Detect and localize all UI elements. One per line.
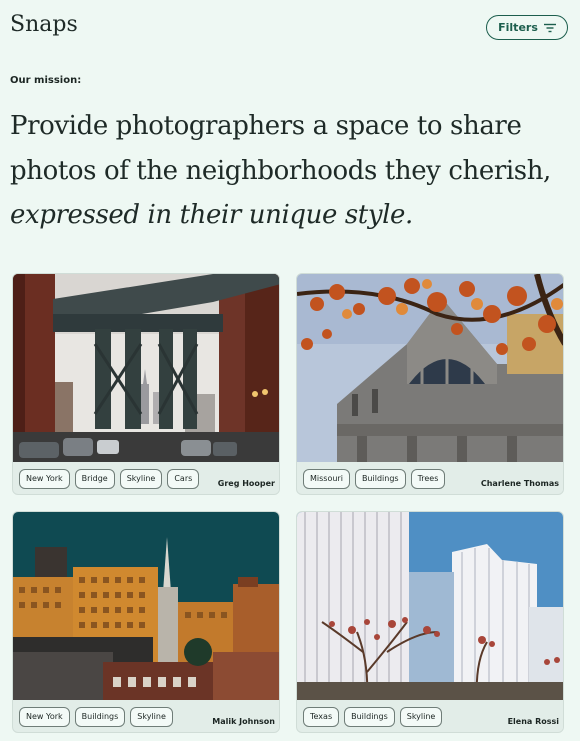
tag-list: New York Buildings Skyline bbox=[19, 707, 173, 727]
photo-card[interactable]: Charlene Thomas Missouri Buildings Trees bbox=[296, 273, 564, 495]
photographer-credit: Malik Johnson bbox=[206, 712, 279, 732]
tag-list: New York Bridge Skyline Cars bbox=[19, 469, 200, 489]
tag-chip[interactable]: Skyline bbox=[119, 469, 163, 489]
tag-list: Texas Buildings Skyline bbox=[303, 707, 443, 727]
tag-chip[interactable]: Missouri bbox=[303, 469, 350, 489]
brand-title: Snaps bbox=[10, 12, 78, 37]
tag-chip[interactable]: Buildings bbox=[344, 707, 395, 727]
mission-line-1: Provide photographers a space to share bbox=[10, 111, 522, 141]
photo-card[interactable]: Greg Hooper New York Bridge Skyline Cars bbox=[12, 273, 280, 495]
tag-chip[interactable]: Cars bbox=[167, 469, 200, 489]
mission-label: Our mission: bbox=[10, 75, 82, 86]
filters-label: Filters bbox=[498, 21, 538, 34]
photographer-credit: Charlene Thomas bbox=[474, 474, 563, 494]
tag-chip[interactable]: Buildings bbox=[74, 707, 126, 727]
photo-building-trees[interactable] bbox=[297, 274, 563, 462]
mission-line-3: expressed in their unique style. bbox=[10, 200, 413, 230]
tag-chip[interactable]: Trees bbox=[410, 469, 446, 489]
tag-chip[interactable]: Skyline bbox=[130, 707, 173, 727]
photographer-credit: Elena Rossi bbox=[501, 712, 563, 732]
tag-chip[interactable]: Bridge bbox=[74, 469, 115, 489]
photo-card[interactable]: Malik Johnson New York Buildings Skyline bbox=[12, 511, 280, 733]
tag-chip[interactable]: Skyline bbox=[399, 707, 443, 727]
mission-statement: Provide photographers a space to share p… bbox=[10, 104, 570, 238]
tag-chip[interactable]: Buildings bbox=[354, 469, 406, 489]
tag-chip[interactable]: Texas bbox=[303, 707, 340, 727]
photo-card[interactable]: Elena Rossi Texas Buildings Skyline bbox=[296, 511, 564, 733]
tag-chip[interactable]: New York bbox=[19, 707, 70, 727]
photographer-credit: Greg Hooper bbox=[211, 474, 279, 494]
photo-modern-buildings[interactable] bbox=[297, 512, 563, 700]
photo-bridge[interactable] bbox=[13, 274, 279, 462]
filters-button[interactable]: Filters bbox=[486, 15, 568, 40]
app-header: Snaps Filters bbox=[0, 0, 580, 56]
mission-line-2: photos of the neighborhoods they cherish… bbox=[10, 155, 551, 186]
filter-lines-icon bbox=[543, 23, 556, 33]
tag-chip[interactable]: New York bbox=[19, 469, 70, 489]
photo-skyline[interactable] bbox=[13, 512, 279, 700]
tag-list: Missouri Buildings Trees bbox=[303, 469, 446, 489]
